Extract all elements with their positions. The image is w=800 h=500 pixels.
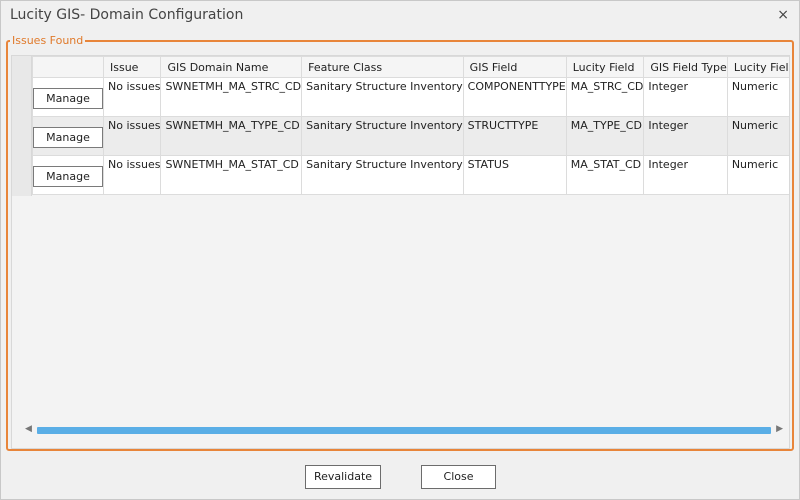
close-icon[interactable]: × <box>777 7 789 23</box>
issues-found-legend: Issues Found <box>12 34 84 47</box>
close-button[interactable]: Close <box>421 465 496 489</box>
table-header-row: Issue GIS Domain Name Feature Class GIS … <box>32 56 789 78</box>
feature-class-cell: Sanitary Structure Inventory <box>301 155 464 195</box>
table-row[interactable]: Manage No issues SWNETMH_MA_STRC_CD Sani… <box>32 77 789 117</box>
issue-cell: No issues <box>102 116 162 156</box>
scroll-right-icon[interactable]: ▶ <box>776 424 783 434</box>
gis-field-type-cell: Integer <box>643 155 728 195</box>
feature-class-cell: Sanitary Structure Inventory <box>301 116 464 156</box>
gis-field-cell: STRUCTTYPE <box>462 116 567 156</box>
action-cell: Manage <box>32 155 104 195</box>
lucity-field-type-cell: Numeric <box>726 116 789 156</box>
title-bar: Lucity GIS- Domain Configuration × <box>1 1 799 31</box>
column-header-gis-field-type[interactable]: GIS Field Type <box>643 56 728 78</box>
lucity-field-type-cell: Numeric <box>726 77 789 117</box>
lucity-field-cell: MA_TYPE_CD <box>565 116 645 156</box>
column-header-gis-domain-name[interactable]: GIS Domain Name <box>160 56 303 78</box>
lucity-field-cell: MA_STRC_CD <box>565 77 645 117</box>
gis-field-type-cell: Integer <box>643 116 728 156</box>
gis-field-type-cell: Integer <box>643 77 728 117</box>
manage-button[interactable]: Manage <box>33 87 103 109</box>
manage-button[interactable]: Manage <box>33 165 103 187</box>
issues-table: Issue GIS Domain Name Feature Class GIS … <box>32 56 789 195</box>
issues-grid: Issue GIS Domain Name Feature Class GIS … <box>11 55 790 449</box>
lucity-field-type-cell: Numeric <box>726 155 789 195</box>
gis-domain-name-cell: SWNETMH_MA_STAT_CD <box>160 155 303 195</box>
gis-field-cell: STATUS <box>462 155 567 195</box>
dialog-window: Lucity GIS- Domain Configuration × Issue… <box>0 0 800 500</box>
manage-button[interactable]: Manage <box>33 126 103 148</box>
action-cell: Manage <box>32 77 104 117</box>
column-header-action <box>32 56 104 78</box>
gis-domain-name-cell: SWNETMH_MA_STRC_CD <box>160 77 303 117</box>
column-header-lucity-field[interactable]: Lucity Field <box>565 56 645 78</box>
column-header-issue[interactable]: Issue <box>102 56 162 78</box>
row-header-column <box>12 56 32 196</box>
window-title: Lucity GIS- Domain Configuration <box>10 7 244 23</box>
revalidate-button[interactable]: Revalidate <box>305 465 381 489</box>
gis-domain-name-cell: SWNETMH_MA_TYPE_CD <box>160 116 303 156</box>
issues-found-group: Issues Found Issue GIS Domain Name Featu… <box>6 35 794 451</box>
scroll-thumb[interactable] <box>37 427 771 434</box>
issue-cell: No issues <box>102 77 162 117</box>
column-header-feature-class[interactable]: Feature Class <box>301 56 464 78</box>
horizontal-scrollbar[interactable]: ◀ ▶ <box>23 424 783 435</box>
table-row[interactable]: Manage No issues SWNETMH_MA_STAT_CD Sani… <box>32 155 789 195</box>
gis-field-cell: COMPONENTTYPE <box>462 77 567 117</box>
column-header-gis-field[interactable]: GIS Field <box>462 56 567 78</box>
feature-class-cell: Sanitary Structure Inventory <box>301 77 464 117</box>
scroll-left-icon[interactable]: ◀ <box>25 424 32 434</box>
column-header-lucity-field-type[interactable]: Lucity Field Type <box>726 56 789 78</box>
action-cell: Manage <box>32 116 104 156</box>
issue-cell: No issues <box>102 155 162 195</box>
lucity-field-cell: MA_STAT_CD <box>565 155 645 195</box>
table-row[interactable]: Manage No issues SWNETMH_MA_TYPE_CD Sani… <box>32 116 789 156</box>
